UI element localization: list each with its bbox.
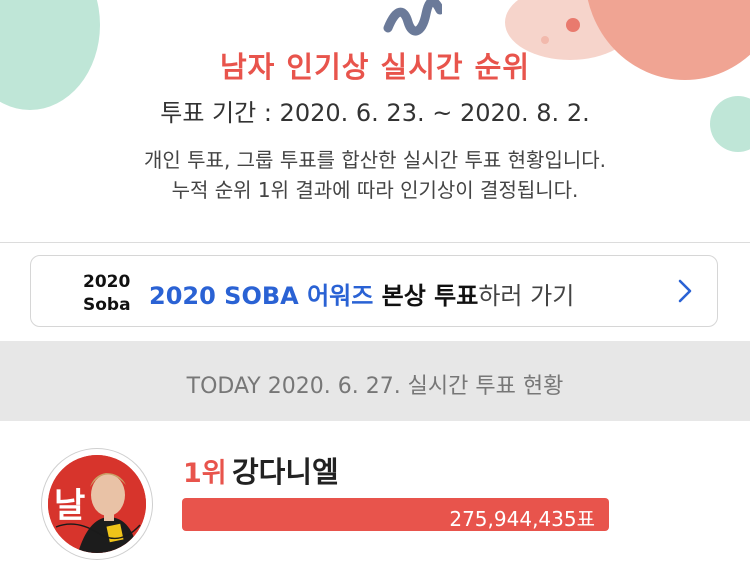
decorative-squiggle [383, 0, 442, 36]
avatar-text: 날 [54, 486, 85, 526]
today-status-bar: TODAY 2020. 6. 27. 실시간 투표 현황 [0, 341, 750, 421]
soba-logo: 2020 Soba [81, 269, 135, 315]
description-line: 누적 순위 1위 결과에 따라 인기상이 결정됩니다. [171, 178, 579, 202]
vote-count-bar: 275,944,435표 [182, 498, 609, 531]
rank-number: 1위 [183, 458, 227, 489]
banner-label-vote: 본상 투표 [373, 282, 479, 310]
ranking-row[interactable]: 날 1위 강다니엘 275,944,435표 [0, 421, 750, 571]
description-line: 개인 투표, 그룹 투표를 합산한 실시간 투표 현황입니다. [143, 148, 607, 172]
banner-label: 2020 SOBA 어워즈 본상 투표하러 가기 [149, 276, 574, 311]
main-award-vote-banner[interactable]: 2020 Soba 2020 SOBA 어워즈 본상 투표하러 가기 [30, 255, 718, 327]
chevron-right-icon[interactable] [676, 278, 694, 304]
decorative-dot [566, 18, 580, 32]
avatar: 날 [42, 449, 152, 559]
banner-label-award: 2020 SOBA 어워즈 [149, 282, 374, 310]
vote-count: 275,944,435표 [449, 507, 595, 531]
decorative-dot [541, 36, 549, 44]
logo-name: Soba [83, 295, 131, 315]
vote-period: 투표 기간 : 2020. 6. 23. ~ 2020. 8. 2. [160, 99, 590, 127]
banner-label-go: 하러 가기 [478, 282, 575, 310]
logo-year: 2020 [83, 272, 130, 292]
divider [0, 242, 750, 243]
header-section: 남자 인기상 실시간 순위 투표 기간 : 2020. 6. 23. ~ 202… [0, 0, 750, 242]
avatar-image: 날 [48, 455, 146, 553]
today-label: TODAY 2020. 6. 27. 실시간 투표 현황 [186, 374, 564, 399]
candidate-name: 강다니엘 [232, 455, 339, 489]
page-title: 남자 인기상 실시간 순위 [219, 50, 531, 84]
